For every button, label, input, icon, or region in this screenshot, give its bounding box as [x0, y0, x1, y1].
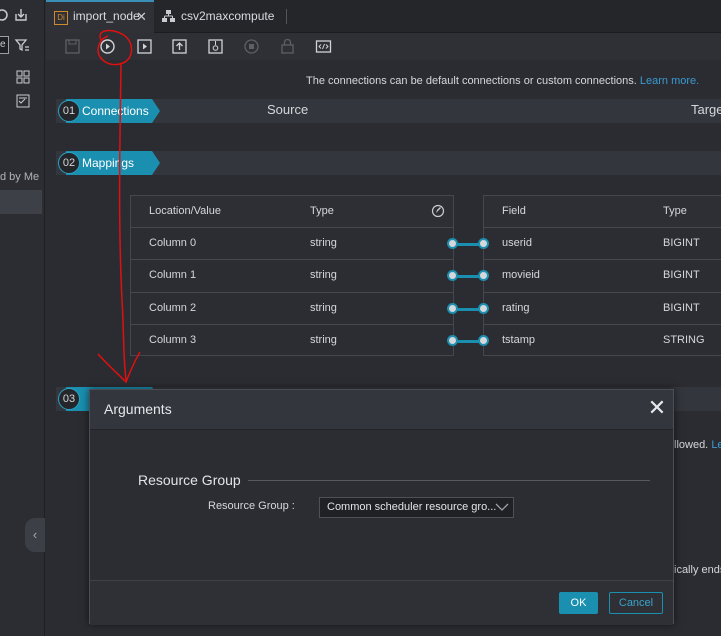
- close-icon[interactable]: ✕: [136, 0, 147, 33]
- field-cell: userid: [502, 237, 532, 249]
- save-icon[interactable]: [64, 38, 81, 55]
- search-box-text: e: [0, 39, 6, 50]
- target-connector[interactable]: [478, 270, 489, 281]
- table-row: tstamp STRING: [484, 324, 721, 356]
- step-label[interactable]: Connections: [66, 99, 160, 123]
- table-header: Field Type: [484, 196, 721, 227]
- column-header: Field: [502, 205, 526, 217]
- step-number: 03: [58, 388, 80, 410]
- table-row: movieid BIGINT: [484, 259, 721, 291]
- data-integration-icon: Di: [54, 11, 68, 25]
- collapse-sidebar-button[interactable]: ‹: [25, 518, 45, 552]
- type-cell: string: [310, 237, 337, 249]
- run-icon[interactable]: [99, 38, 116, 55]
- type-cell: string: [310, 334, 337, 346]
- info-text: The connections can be default connectio…: [306, 75, 637, 87]
- field-cell: rating: [502, 302, 530, 314]
- deploy-icon[interactable]: [207, 38, 224, 55]
- column-header: Type: [663, 205, 687, 217]
- download-icon[interactable]: [13, 7, 29, 23]
- column-header: Location/Value: [149, 205, 221, 217]
- submit-icon[interactable]: [171, 38, 188, 55]
- section-title: Resource Group: [138, 472, 241, 488]
- arguments-dialog: Arguments ✕ Resource Group Resource Grou…: [89, 389, 674, 625]
- target-connector[interactable]: [478, 238, 489, 249]
- type-cell: STRING: [663, 334, 705, 346]
- source-connector[interactable]: [447, 270, 458, 281]
- resource-group-label: Resource Group :: [208, 500, 295, 512]
- type-cell: string: [310, 269, 337, 281]
- location-cell: Column 0: [149, 237, 197, 249]
- left-sidebar: e d by Me ‹: [0, 0, 45, 636]
- checklist-icon[interactable]: [16, 94, 30, 108]
- search-box-fragment[interactable]: e: [0, 36, 9, 54]
- grid-icon[interactable]: [16, 70, 30, 84]
- target-connector[interactable]: [478, 335, 489, 346]
- type-cell: BIGINT: [663, 237, 700, 249]
- table-row: Column 1 string: [131, 259, 453, 291]
- dialog-header: Arguments ✕: [90, 390, 673, 430]
- tab-label: csv2maxcompute: [181, 9, 275, 23]
- background-text-fragment: llowed.: [674, 439, 709, 451]
- edit-icon[interactable]: [431, 204, 445, 218]
- tab-divider: [286, 9, 287, 24]
- background-text: ically ends: [674, 564, 721, 576]
- type-cell: BIGINT: [663, 269, 700, 281]
- type-cell: string: [310, 302, 337, 314]
- dialog-footer: OK Cancel: [90, 580, 673, 625]
- run-with-arguments-icon[interactable]: [136, 38, 153, 55]
- selected-value: Common scheduler resource gro...: [327, 501, 497, 513]
- workflow-icon: [162, 10, 175, 22]
- background-link-fragment[interactable]: Lea: [711, 439, 721, 451]
- chevron-down-icon: [495, 503, 509, 511]
- tab-label: import_node: [73, 9, 140, 23]
- learn-more-link[interactable]: Learn more.: [640, 75, 699, 87]
- table-row: Column 0 string: [131, 227, 453, 259]
- lock-icon[interactable]: [279, 38, 296, 55]
- step-number: 01: [58, 100, 80, 122]
- target-connector[interactable]: [478, 303, 489, 314]
- tab-csv2maxcompute[interactable]: csv2maxcompute: [154, 0, 286, 33]
- target-fields-table: Field Type userid BIGINT movieid BIGINT …: [483, 195, 721, 356]
- connection-info-text: The connections can be default connectio…: [306, 75, 699, 87]
- field-cell: tstamp: [502, 334, 536, 346]
- table-row: userid BIGINT: [484, 227, 721, 259]
- location-cell: Column 2: [149, 302, 197, 314]
- code-editor-icon[interactable]: [315, 38, 332, 55]
- table-row: rating BIGINT: [484, 292, 721, 324]
- sidebar-fragment-label: d by Me: [0, 171, 40, 183]
- table-header: Location/Value Type: [131, 196, 453, 227]
- toolbar: [46, 33, 721, 60]
- location-cell: Column 3: [149, 334, 197, 346]
- step-label[interactable]: Mappings: [66, 151, 160, 175]
- field-cell: movieid: [502, 269, 540, 281]
- step-number: 02: [58, 152, 80, 174]
- step-connections: 01 Connections Source Targe: [56, 99, 721, 123]
- source-fields-table: Location/Value Type Column 0 string Colu…: [130, 195, 454, 356]
- source-label: Source: [267, 102, 309, 117]
- source-connector[interactable]: [447, 238, 458, 249]
- resource-group-select[interactable]: Common scheduler resource gro...: [319, 497, 514, 518]
- stop-icon[interactable]: [243, 38, 260, 55]
- tab-bar: Di import_node ✕ csv2maxcompute: [46, 0, 721, 33]
- dialog-title: Arguments: [104, 401, 172, 417]
- step-mappings: 02 Mappings: [56, 151, 721, 175]
- background-text: llowed. Lea: [674, 439, 721, 451]
- target-label: Targe: [691, 102, 721, 117]
- tab-import-node[interactable]: Di import_node ✕: [46, 0, 154, 33]
- ok-button[interactable]: OK: [559, 592, 598, 614]
- location-cell: Column 1: [149, 269, 197, 281]
- section-divider: [248, 480, 650, 481]
- settings-icon[interactable]: [0, 8, 9, 22]
- sidebar-selected-item[interactable]: [0, 190, 42, 214]
- table-row: Column 2 string: [131, 292, 453, 324]
- source-connector[interactable]: [447, 335, 458, 346]
- type-cell: BIGINT: [663, 302, 700, 314]
- cancel-button[interactable]: Cancel: [609, 592, 663, 614]
- column-header: Type: [310, 205, 334, 217]
- filter-icon[interactable]: [14, 37, 30, 53]
- table-row: Column 3 string: [131, 324, 453, 356]
- close-icon[interactable]: ✕: [647, 397, 667, 419]
- source-connector[interactable]: [447, 303, 458, 314]
